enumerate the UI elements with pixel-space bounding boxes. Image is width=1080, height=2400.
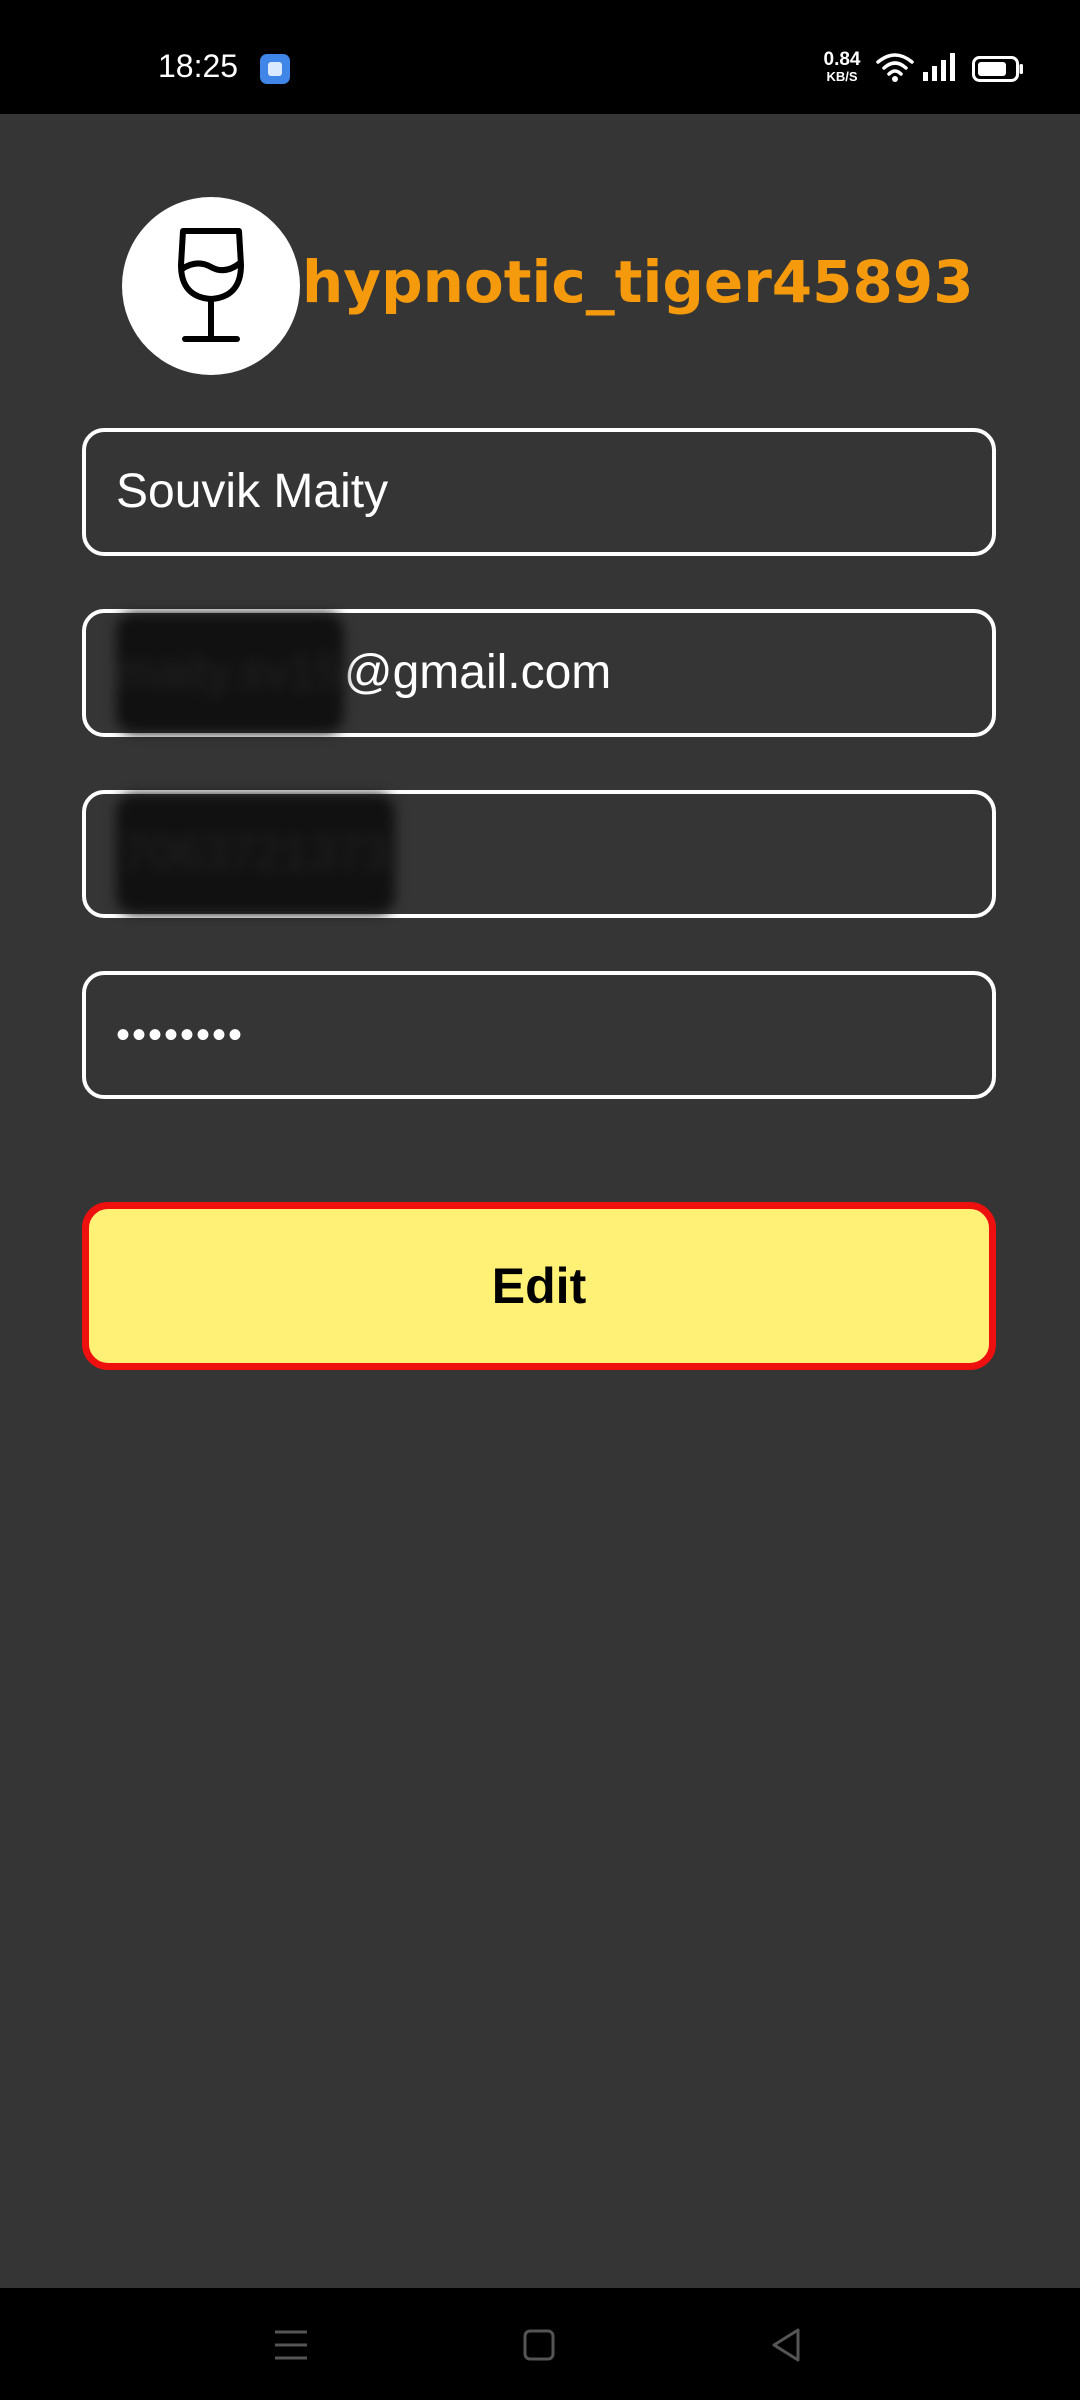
edit-button[interactable]: Edit bbox=[82, 1202, 996, 1370]
phone-value: 7063721373 bbox=[116, 794, 395, 914]
email-field[interactable]: maity.sv15@gmail.com bbox=[82, 609, 996, 737]
password-masked-value: •••••••• bbox=[116, 1013, 245, 1057]
network-speed-unit: KB/S bbox=[826, 69, 858, 84]
phone-redacted: 7063721373 bbox=[116, 794, 395, 914]
wine-glass-icon bbox=[178, 228, 244, 342]
cellular-signal-icon bbox=[922, 52, 958, 87]
profile-screen: 18:25 0.84 KB/S hypnotic_tiger45893 Souv… bbox=[0, 0, 1080, 2400]
status-time: 18:25 bbox=[158, 48, 239, 84]
network-speed: 0.84 KB/S bbox=[818, 50, 866, 83]
status-bar: 18:25 0.84 KB/S bbox=[0, 0, 1080, 114]
phone-field[interactable]: 7063721373 bbox=[82, 790, 996, 918]
app-notification-icon bbox=[260, 54, 290, 84]
email-local-redacted: maity.sv15 bbox=[116, 613, 344, 733]
email-domain: @gmail.com bbox=[343, 646, 612, 699]
password-field[interactable]: •••••••• bbox=[82, 971, 996, 1099]
name-value: Souvik Maity bbox=[116, 465, 389, 518]
back-icon[interactable] bbox=[762, 2320, 812, 2370]
battery-icon bbox=[972, 56, 1024, 87]
home-icon[interactable] bbox=[514, 2320, 564, 2370]
email-value: maity.sv15@gmail.com bbox=[116, 613, 611, 733]
network-speed-value: 0.84 bbox=[823, 49, 861, 70]
wifi-icon bbox=[876, 52, 914, 89]
username: hypnotic_tiger45893 bbox=[302, 248, 974, 316]
avatar[interactable] bbox=[122, 197, 300, 375]
menu-icon[interactable] bbox=[266, 2320, 316, 2370]
name-field[interactable]: Souvik Maity bbox=[82, 428, 996, 556]
